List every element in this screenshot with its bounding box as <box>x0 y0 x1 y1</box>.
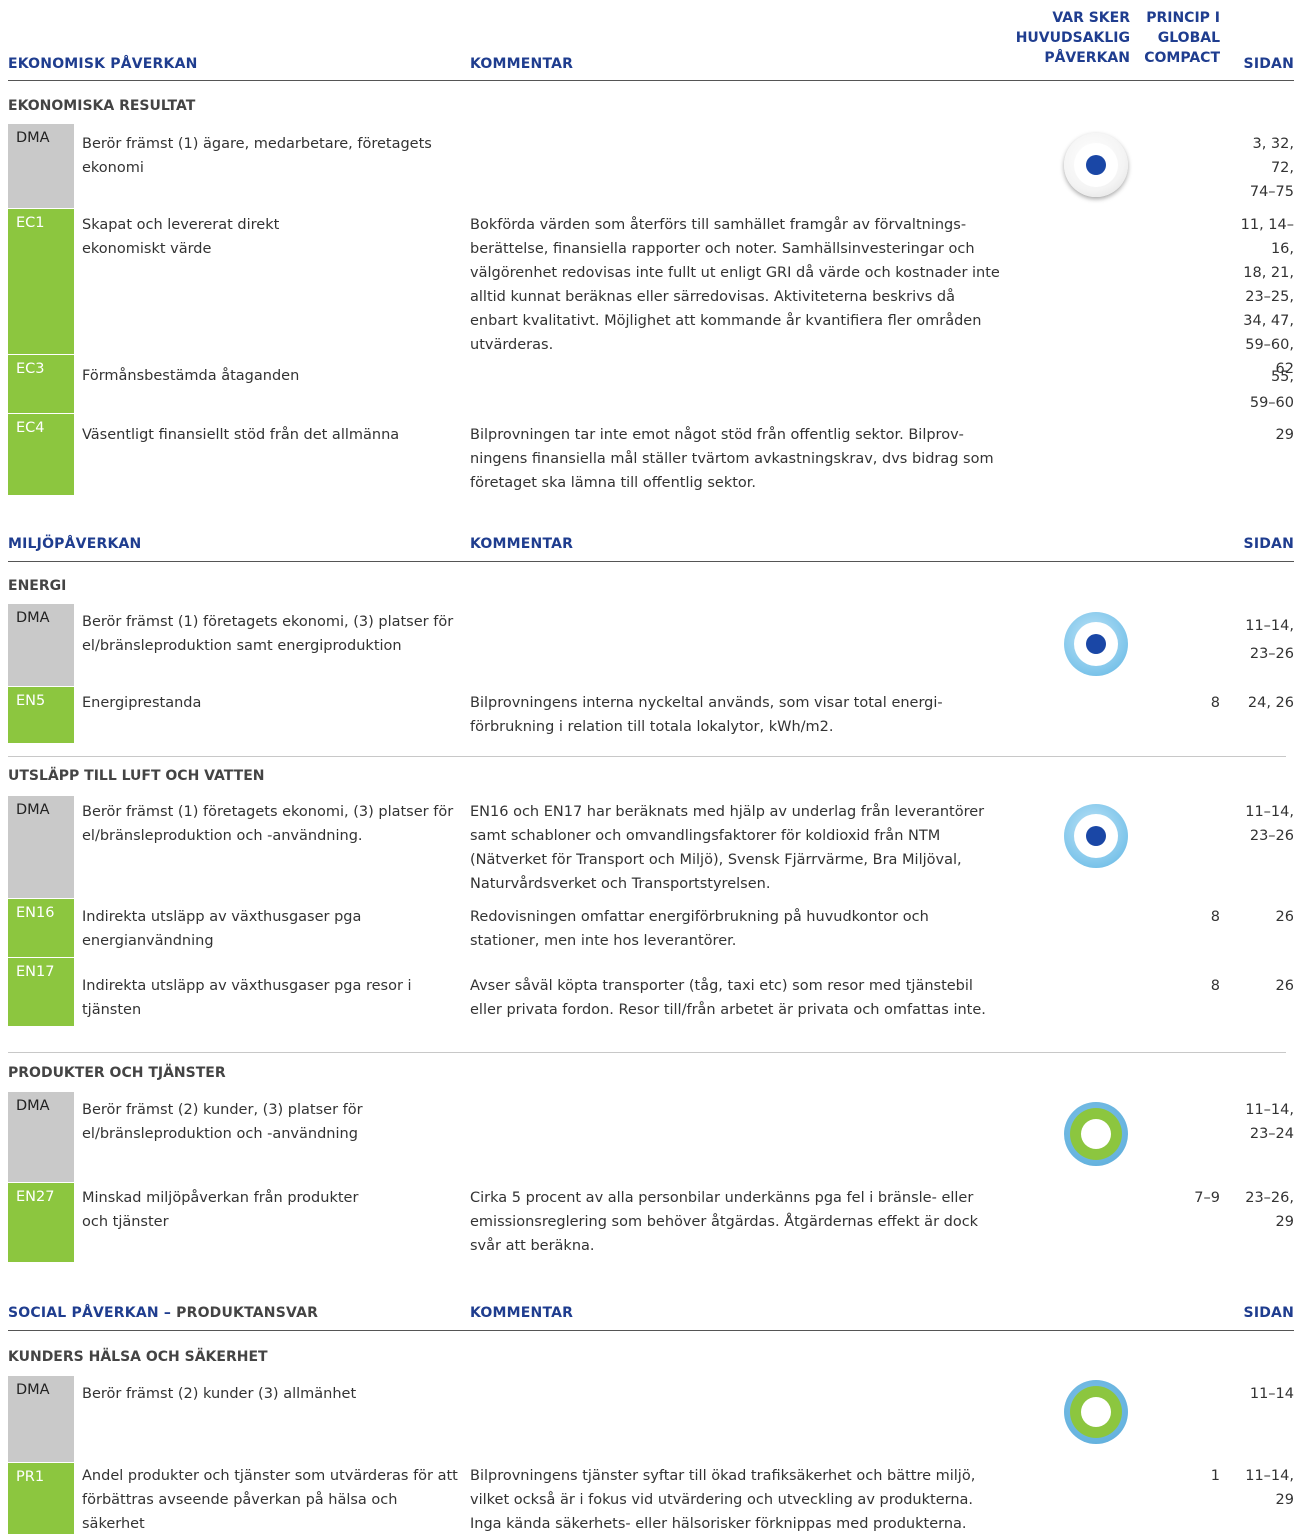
row-comment: Bokförda värden som återförs till samhäl… <box>470 217 1000 353</box>
row-description: Berör främst (2) kunder, (3) platser för… <box>82 1102 363 1142</box>
code-badge: EC1 <box>8 209 74 354</box>
row-description: Minskad miljöpåverkan från produkter och… <box>82 1190 359 1230</box>
code-badge: EN16 <box>8 899 74 957</box>
row-pages: 11–14, 29 <box>1245 1468 1294 1508</box>
sidan-header: SIDAN <box>1243 1305 1294 1321</box>
sidan-header: SIDAN <box>1243 56 1294 72</box>
row-global-compact: 8 <box>1210 909 1220 925</box>
code-badge: EN5 <box>8 687 74 743</box>
row-pages: 29 <box>1275 427 1294 443</box>
row-global-compact: 8 <box>1210 695 1220 711</box>
row-global-compact: 8 <box>1210 978 1220 994</box>
col-var-sker-line1: VAR SKER <box>1052 10 1130 26</box>
blue-circle-icon <box>1064 804 1128 868</box>
sidan-header: SIDAN <box>1243 536 1294 552</box>
row-pages: 11–14, 23–24 <box>1245 1102 1294 1142</box>
row-pages: 11–14, 23–26 <box>1245 804 1294 844</box>
row-pages: 11–14, 23–26 <box>1245 618 1294 662</box>
row-description: Förmånsbestämda åtaganden <box>82 368 300 384</box>
row-comment: EN16 och EN17 har beräknats med hjälp av… <box>470 804 985 892</box>
row-comment: Bilprovningens tjänster syftar till ökad… <box>470 1468 976 1532</box>
row-description: Skapat och levererat direkt ekonomiskt v… <box>82 217 280 257</box>
divider <box>8 1330 1294 1331</box>
code-badge: DMA <box>8 1376 74 1462</box>
row-description: Andel produkter och tjänster som utvärde… <box>82 1468 458 1532</box>
row-description: Indirekta utsläpp av växthusgaser pga re… <box>82 978 412 1018</box>
col-var-sker-header: VAR SKER HUVUDSAKLIG PÅVERKAN <box>1000 8 1130 68</box>
blue-circle-icon <box>1064 612 1128 676</box>
row-pages: 23–26, 29 <box>1245 1190 1294 1230</box>
divider <box>8 1052 1286 1053</box>
code-badge: DMA <box>8 1092 74 1182</box>
kommentar-header: KOMMENTAR <box>470 1305 574 1321</box>
subsection-produkter: PRODUKTER OCH TJÄNSTER <box>8 1065 226 1081</box>
section-title-social-part2: PRODUKTANSVAR <box>176 1305 319 1321</box>
row-pages: 55, 59–60 <box>1249 369 1294 411</box>
section-title-social: SOCIAL PÅVERKAN – PRODUKTANSVAR <box>8 1305 318 1321</box>
section-title-social-part1: SOCIAL PÅVERKAN – <box>8 1305 177 1321</box>
col-var-sker-line3: PÅVERKAN <box>1044 50 1130 66</box>
code-badge: DMA <box>8 796 74 898</box>
divider <box>8 756 1286 757</box>
row-comment: Avser såväl köpta transporter (tåg, taxi… <box>470 978 986 1018</box>
code-badge: DMA <box>8 124 74 208</box>
row-global-compact: 1 <box>1210 1468 1220 1484</box>
row-description: Väsentligt finansiellt stöd från det all… <box>82 427 400 443</box>
row-comment: Cirka 5 procent av alla personbilar unde… <box>470 1190 979 1254</box>
row-pages: 11–14 <box>1249 1386 1294 1402</box>
col-var-sker-line2: HUVUDSAKLIG <box>1015 30 1130 46</box>
row-pages: 3, 32, 72, 74–75 <box>1249 136 1294 200</box>
code-badge: DMA <box>8 604 74 686</box>
row-description: Indirekta utsläpp av växthusgaser pga en… <box>82 909 362 949</box>
code-badge: PR1 <box>8 1463 74 1534</box>
green-circle-icon <box>1064 1102 1128 1166</box>
section-title-ekonomisk: EKONOMISK PÅVERKAN <box>8 56 198 72</box>
kommentar-header: KOMMENTAR <box>470 536 574 552</box>
code-badge: EC3 <box>8 355 74 413</box>
row-comment: Bilprovningen tar inte emot något stöd f… <box>470 427 994 491</box>
row-pages: 26 <box>1275 909 1294 925</box>
col-princip-line1: PRINCIP I <box>1146 10 1220 26</box>
row-description: Berör främst (2) kunder (3) allmänhet <box>82 1386 357 1402</box>
subsection-utslapp: UTSLÄPP TILL LUFT OCH VATTEN <box>8 768 265 784</box>
row-description: Berör främst (1) företagets ekonomi, (3)… <box>82 614 454 654</box>
divider <box>8 561 1294 562</box>
col-princip-line3: COMPACT <box>1144 50 1220 66</box>
row-pages: 26 <box>1275 978 1294 994</box>
row-description: Berör främst (1) ägare, medarbetare, för… <box>82 136 432 176</box>
green-circle-icon <box>1064 1380 1128 1444</box>
col-princip-header: PRINCIP I GLOBAL COMPACT <box>1130 8 1220 68</box>
code-badge: EN27 <box>8 1183 74 1262</box>
subsection-energi: ENERGI <box>8 578 67 594</box>
white-circle-icon <box>1064 133 1128 197</box>
divider <box>8 80 1294 81</box>
row-comment: Redovisningen omfattar energiförbrukning… <box>470 909 929 949</box>
subsection-ekonomiska-resultat: EKONOMISKA RESULTAT <box>8 98 196 114</box>
section-title-miljo: MILJÖPÅVERKAN <box>8 536 142 552</box>
code-badge: EN17 <box>8 958 74 1026</box>
row-pages: 11, 14–16, 18, 21, 23–25, 34, 47, 59–60,… <box>1240 217 1294 377</box>
kommentar-header: KOMMENTAR <box>470 56 574 72</box>
row-global-compact: 7–9 <box>1194 1190 1220 1206</box>
row-description: Energiprestanda <box>82 695 202 711</box>
code-badge: EC4 <box>8 414 74 495</box>
row-pages: 24, 26 <box>1247 695 1294 711</box>
row-comment: Bilprovningens interna nyckeltal används… <box>470 695 943 735</box>
col-princip-line2: GLOBAL <box>1157 30 1220 46</box>
row-description: Berör främst (1) företagets ekonomi, (3)… <box>82 804 454 844</box>
subsection-kunders-halsa: KUNDERS HÄLSA OCH SÄKERHET <box>8 1349 268 1365</box>
